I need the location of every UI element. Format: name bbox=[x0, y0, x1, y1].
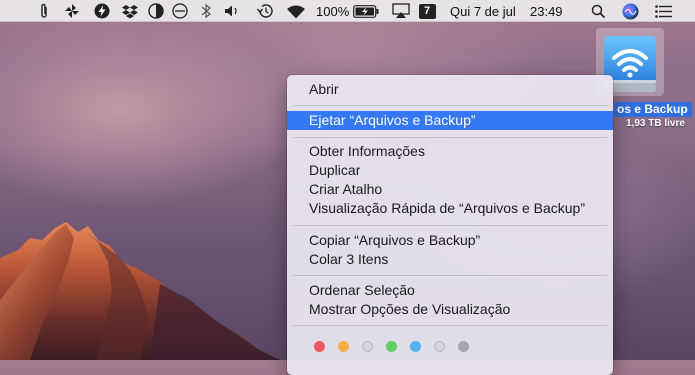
menubar-date[interactable]: Qui 7 de jul bbox=[450, 0, 516, 22]
bluetooth-icon[interactable] bbox=[196, 0, 216, 22]
menu-separator bbox=[293, 325, 607, 326]
tag-purple[interactable] bbox=[434, 341, 445, 352]
menu-separator bbox=[293, 225, 607, 226]
battery-charging-icon[interactable] bbox=[352, 0, 380, 22]
bolt-icon[interactable] bbox=[92, 0, 112, 22]
menu-item-quick-look[interactable]: Visualização Rápida de “Arquivos e Backu… bbox=[287, 199, 613, 218]
volume-icon[interactable] bbox=[222, 0, 244, 22]
menu-separator bbox=[293, 137, 607, 138]
drive-free-space: 1,93 TB livre bbox=[626, 118, 685, 129]
notification-center-icon[interactable] bbox=[652, 0, 674, 22]
tag-yellow[interactable] bbox=[362, 341, 373, 352]
tag-orange[interactable] bbox=[338, 341, 349, 352]
dropbox-icon[interactable] bbox=[120, 0, 140, 22]
tag-green[interactable] bbox=[386, 341, 397, 352]
pinwheel-icon[interactable] bbox=[62, 0, 82, 22]
menu-item-copy[interactable]: Copiar “Arquivos e Backup” bbox=[287, 231, 613, 250]
menu-item-duplicate[interactable]: Duplicar bbox=[287, 161, 613, 180]
tag-blue[interactable] bbox=[410, 341, 421, 352]
drive-name-label[interactable]: os e Backup bbox=[614, 102, 692, 117]
menu-item-make-alias[interactable]: Criar Atalho bbox=[287, 180, 613, 199]
menu-bar: 100% 7 Qui 7 de jul 23:49 bbox=[0, 0, 695, 22]
menu-item-eject[interactable]: Ejetar “Arquivos e Backup” bbox=[287, 111, 613, 130]
menubar-time[interactable]: 23:49 bbox=[530, 0, 563, 22]
menu-separator bbox=[293, 105, 607, 106]
context-menu: Abrir Ejetar “Arquivos e Backup” Obter I… bbox=[287, 75, 613, 375]
menu-item-get-info[interactable]: Obter Informações bbox=[287, 142, 613, 161]
menu-item-show-view-options[interactable]: Mostrar Opções de Visualização bbox=[287, 300, 613, 319]
spotlight-search-icon[interactable] bbox=[588, 0, 608, 22]
battery-percent[interactable]: 100% bbox=[316, 0, 349, 22]
contrast-icon[interactable] bbox=[146, 0, 166, 22]
airplay-icon[interactable] bbox=[390, 0, 412, 22]
menu-item-paste-items[interactable]: Colar 3 Itens bbox=[287, 250, 613, 269]
time-machine-icon[interactable] bbox=[254, 0, 276, 22]
menu-item-open[interactable]: Abrir bbox=[287, 80, 613, 99]
siri-icon[interactable] bbox=[620, 0, 640, 22]
do-not-disturb-icon[interactable] bbox=[170, 0, 190, 22]
tag-red[interactable] bbox=[314, 341, 325, 352]
menu-item-sort-selection[interactable]: Ordenar Seleção bbox=[287, 281, 613, 300]
menu-separator bbox=[293, 275, 607, 276]
paperclip-icon[interactable] bbox=[36, 0, 52, 22]
wifi-icon[interactable] bbox=[284, 0, 308, 22]
input-source-indicator[interactable]: 7 bbox=[418, 0, 436, 22]
tag-gray[interactable] bbox=[458, 341, 469, 352]
